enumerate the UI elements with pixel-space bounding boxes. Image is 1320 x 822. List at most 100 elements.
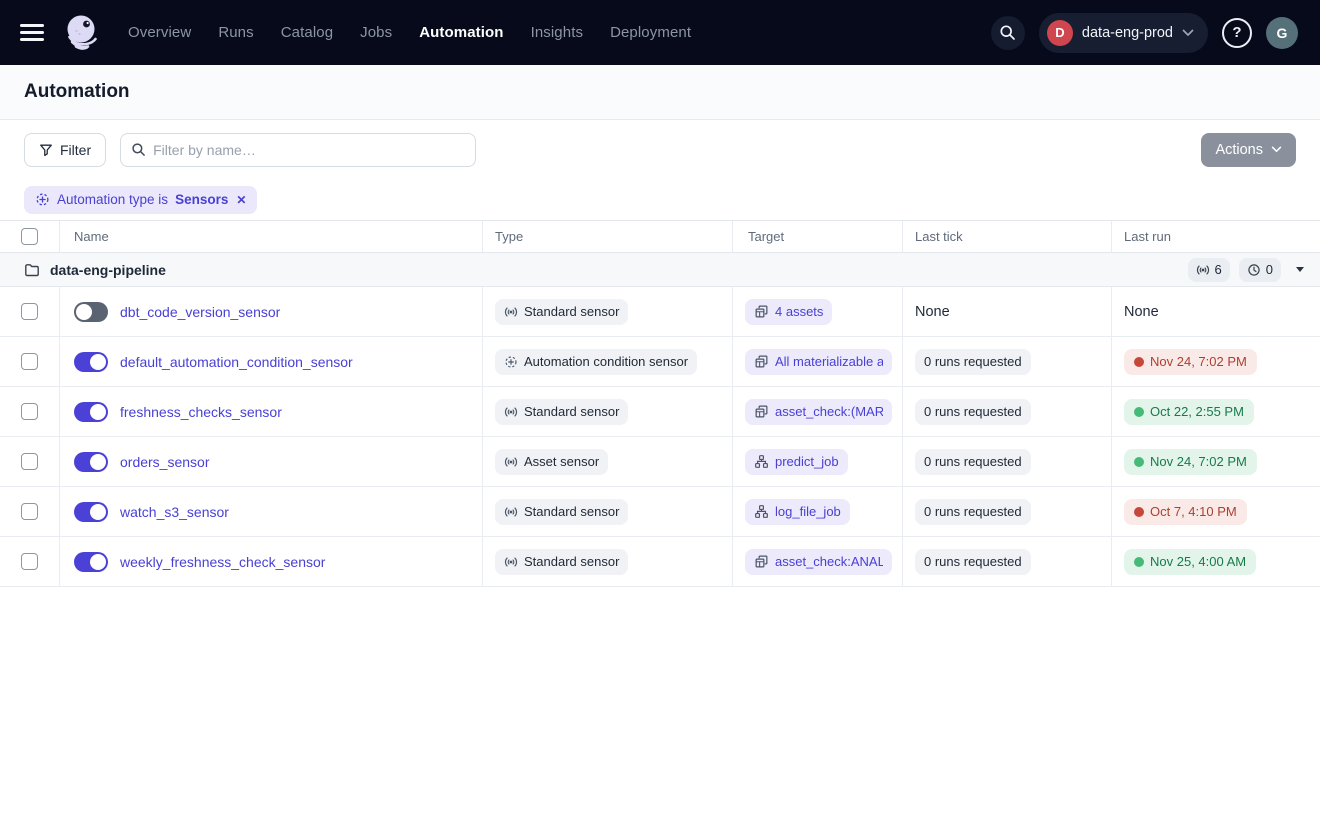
- sensor-type-chip: Standard sensor: [495, 399, 628, 425]
- actions-button[interactable]: Actions: [1201, 133, 1296, 167]
- row-checkbox[interactable]: [21, 503, 38, 520]
- automation-icon: [504, 355, 518, 369]
- nav-item-catalog[interactable]: Catalog: [281, 24, 333, 41]
- toggle-knob: [90, 404, 106, 420]
- target-chip[interactable]: All materializable as: [745, 349, 892, 375]
- sensor-type-chip: Standard sensor: [495, 549, 628, 575]
- nav-item-automation[interactable]: Automation: [419, 24, 503, 41]
- row-checkbox[interactable]: [21, 403, 38, 420]
- automation-type-filter-chip[interactable]: Automation type is Sensors ✕: [24, 186, 257, 214]
- table-row: freshness_checks_sensor Standard sensor …: [0, 387, 1320, 437]
- last-run-label: Nov 24, 7:02 PM: [1150, 454, 1247, 469]
- active-filters-row: Automation type is Sensors ✕: [0, 179, 1320, 221]
- sensor-icon: [504, 455, 518, 469]
- last-tick-label: 0 runs requested: [924, 404, 1022, 419]
- table-row: orders_sensor Asset sensor predict_job 0…: [0, 437, 1320, 487]
- last-run-chip[interactable]: Nov 25, 4:00 AM: [1124, 549, 1256, 575]
- chevron-down-icon: [1182, 29, 1194, 37]
- target-chip[interactable]: 4 assets: [745, 299, 832, 325]
- row-checkbox[interactable]: [21, 353, 38, 370]
- last-tick-text: None: [915, 304, 950, 320]
- search-icon[interactable]: [991, 16, 1025, 50]
- target-label: asset_check:(MARK: [775, 404, 883, 419]
- sensor-icon: [1196, 263, 1210, 277]
- toggle-knob: [90, 454, 106, 470]
- toolbar: Filter Actions: [0, 120, 1320, 179]
- run-status-dot: [1134, 457, 1144, 467]
- last-run-label: Nov 24, 7:02 PM: [1150, 354, 1247, 369]
- nav-item-runs[interactable]: Runs: [218, 24, 253, 41]
- automation-condition-icon: [35, 192, 50, 207]
- code-location-group-row[interactable]: data-eng-pipeline 6 0: [0, 253, 1320, 287]
- sensor-name-link[interactable]: weekly_freshness_check_sensor: [120, 554, 325, 570]
- close-icon[interactable]: ✕: [236, 193, 246, 207]
- toggle-knob: [90, 554, 106, 570]
- sensor-toggle[interactable]: [74, 502, 108, 522]
- dagster-logo-icon[interactable]: [62, 12, 104, 54]
- sensor-toggle[interactable]: [74, 352, 108, 372]
- deployment-avatar: D: [1047, 20, 1073, 46]
- last-tick-chip: 0 runs requested: [915, 349, 1031, 375]
- run-status-dot: [1134, 357, 1144, 367]
- last-run-chip[interactable]: Oct 22, 2:55 PM: [1124, 399, 1254, 425]
- top-navbar: Overview Runs Catalog Jobs Automation Insight…: [0, 0, 1320, 65]
- sensor-type-chip: Automation condition sensor: [495, 349, 697, 375]
- target-label: predict_job: [775, 454, 839, 469]
- last-run-text: None: [1124, 304, 1159, 320]
- sensor-toggle[interactable]: [74, 552, 108, 572]
- filter-by-name-input[interactable]: [153, 142, 465, 158]
- last-run-label: Nov 25, 4:00 AM: [1150, 554, 1246, 569]
- user-avatar[interactable]: G: [1266, 17, 1298, 49]
- group-counts: 6 0: [1188, 258, 1304, 282]
- target-chip[interactable]: asset_check:ANALY: [745, 549, 892, 575]
- funnel-icon: [39, 143, 53, 157]
- sensor-count-badge: 6: [1188, 258, 1230, 282]
- table-row: weekly_freshness_check_sensor Standard s…: [0, 537, 1320, 587]
- sensor-toggle[interactable]: [74, 452, 108, 472]
- sensor-toggle[interactable]: [74, 302, 108, 322]
- last-tick-label: 0 runs requested: [924, 554, 1022, 569]
- sensor-type-chip: Standard sensor: [495, 499, 628, 525]
- schedule-count: 0: [1266, 262, 1273, 277]
- chevron-down-icon: [1271, 146, 1282, 153]
- sensor-type-label: Standard sensor: [524, 554, 619, 569]
- nav-item-jobs[interactable]: Jobs: [360, 24, 392, 41]
- collapse-group-icon[interactable]: [1296, 267, 1304, 272]
- sensor-name-link[interactable]: dbt_code_version_sensor: [120, 304, 280, 320]
- nav-item-insights[interactable]: Insights: [531, 24, 584, 41]
- row-checkbox[interactable]: [21, 453, 38, 470]
- nav-item-deployment[interactable]: Deployment: [610, 24, 691, 41]
- last-tick-label: 0 runs requested: [924, 354, 1022, 369]
- sensor-type-chip: Asset sensor: [495, 449, 608, 475]
- column-header-type: Type: [483, 221, 733, 252]
- nav-right: D data-eng-prod ? G: [991, 13, 1298, 53]
- sensor-name-link[interactable]: orders_sensor: [120, 454, 210, 470]
- toggle-knob: [76, 304, 92, 320]
- table-body: dbt_code_version_sensor Standard sensor …: [0, 287, 1320, 587]
- sensor-name-link[interactable]: watch_s3_sensor: [120, 504, 229, 520]
- target-label: asset_check:ANALY: [775, 554, 883, 569]
- menu-icon[interactable]: [20, 24, 44, 41]
- last-run-chip[interactable]: Nov 24, 7:02 PM: [1124, 449, 1257, 475]
- sensor-name-link[interactable]: default_automation_condition_sensor: [120, 354, 353, 370]
- target-chip[interactable]: predict_job: [745, 449, 848, 475]
- deployment-switcher[interactable]: D data-eng-prod: [1039, 13, 1208, 53]
- table-row: default_automation_condition_sensor Auto…: [0, 337, 1320, 387]
- row-checkbox[interactable]: [21, 303, 38, 320]
- target-chip[interactable]: log_file_job: [745, 499, 850, 525]
- filter-chip-value: Sensors: [175, 192, 228, 207]
- help-icon[interactable]: ?: [1222, 18, 1252, 48]
- sensor-name-link[interactable]: freshness_checks_sensor: [120, 404, 282, 420]
- last-run-chip[interactable]: Oct 7, 4:10 PM: [1124, 499, 1247, 525]
- table-row: watch_s3_sensor Standard sensor log_file…: [0, 487, 1320, 537]
- sensor-toggle[interactable]: [74, 402, 108, 422]
- filter-button[interactable]: Filter: [24, 133, 106, 167]
- target-chip[interactable]: asset_check:(MARK: [745, 399, 892, 425]
- nav-item-overview[interactable]: Overview: [128, 24, 191, 41]
- row-checkbox[interactable]: [21, 553, 38, 570]
- select-all-checkbox[interactable]: [21, 228, 38, 245]
- last-run-chip[interactable]: Nov 24, 7:02 PM: [1124, 349, 1257, 375]
- group-name: data-eng-pipeline: [50, 262, 166, 278]
- search-icon: [131, 142, 146, 157]
- toggle-knob: [90, 354, 106, 370]
